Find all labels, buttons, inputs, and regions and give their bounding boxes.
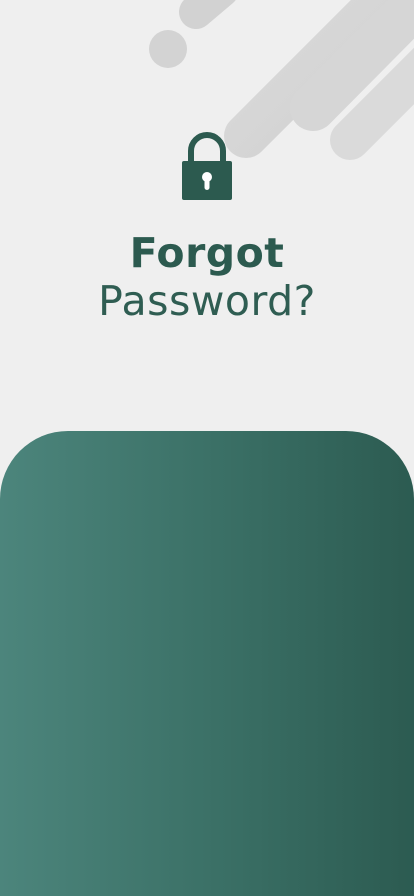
form-panel <box>0 431 414 896</box>
title-line-forgot: Forgot <box>129 229 285 277</box>
title-line-password: Password? <box>98 277 316 325</box>
forgot-password-screen: Forgot Password? <box>0 0 414 896</box>
page-title: Forgot Password? <box>0 228 414 324</box>
decorative-background-shapes <box>149 0 414 160</box>
lock-icon <box>182 132 232 200</box>
